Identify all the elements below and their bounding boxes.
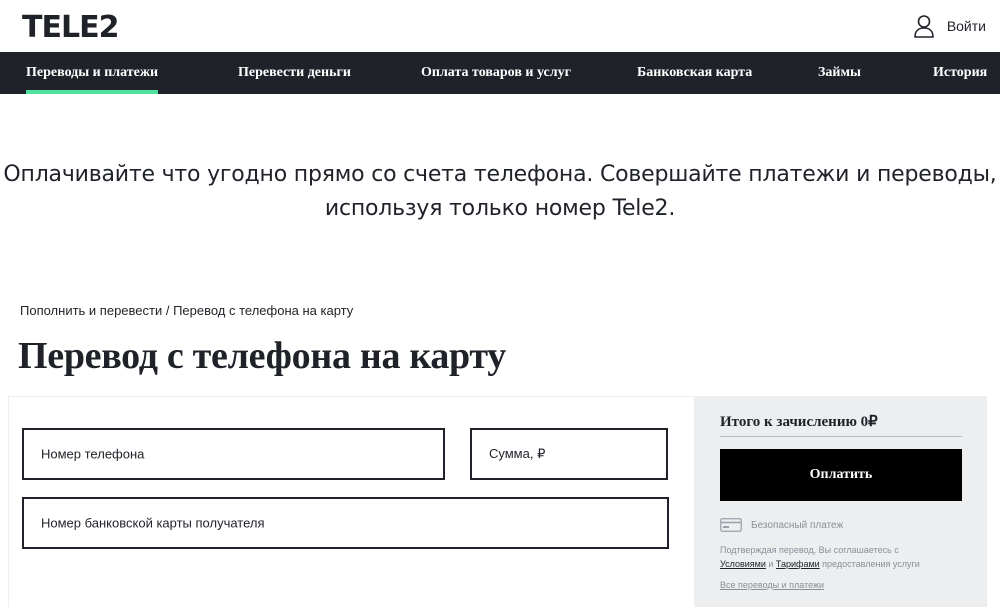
pay-button[interactable]: Оплатить xyxy=(720,449,962,501)
nav-item-history[interactable]: История xyxy=(933,52,987,94)
intro-text: Оплачивайте что угодно прямо со счета те… xyxy=(0,158,1000,226)
nav-item-loans[interactable]: Займы xyxy=(818,52,861,94)
nav-item-payments-transfers[interactable]: Переводы и платежи xyxy=(26,52,159,94)
secure-payment: Безопасный платеж xyxy=(720,518,843,532)
login-button[interactable]: Войти xyxy=(913,12,986,40)
nav-item-pay-goods-services[interactable]: Оплата товаров и услуг xyxy=(421,52,571,94)
conditions-link[interactable]: Условиями xyxy=(720,559,766,569)
consent-suffix: предоставления услуги xyxy=(819,559,920,569)
tele2-logo[interactable]: TELE2 xyxy=(22,12,119,44)
card-icon xyxy=(720,518,742,532)
phone-number-input[interactable]: Номер телефона xyxy=(22,428,445,480)
intro-line-1: Оплачивайте что угодно прямо со счета те… xyxy=(3,162,997,187)
phone-number-label: Номер телефона xyxy=(41,446,145,462)
header: TELE2 Войти xyxy=(0,0,1000,52)
user-icon xyxy=(913,14,935,38)
consent-text: Подтверждая перевод, Вы соглашаетесь с У… xyxy=(720,543,970,571)
main-nav: Переводы и платежи Перевести деньги Опла… xyxy=(0,52,1000,94)
recipient-card-input[interactable]: Номер банковской карты получателя xyxy=(22,497,669,549)
consent-and: и xyxy=(765,559,776,569)
total-amount: Итого к зачислению 0₽ xyxy=(720,412,962,437)
nav-item-bank-card[interactable]: Банковская карта xyxy=(637,52,752,94)
all-transfers-link[interactable]: Все переводы и платежи xyxy=(720,580,824,590)
amount-label: Сумма, ₽ xyxy=(489,446,546,461)
recipient-card-label: Номер банковской карты получателя xyxy=(41,515,265,531)
tariffs-link[interactable]: Тарифами xyxy=(776,559,820,569)
amount-input[interactable]: Сумма, ₽ xyxy=(470,428,668,480)
consent-prefix: Подтверждая перевод, Вы соглашаетесь с xyxy=(720,545,899,555)
intro-line-2: используя только номер Tele2. xyxy=(324,196,676,221)
secure-payment-label: Безопасный платеж xyxy=(751,519,844,531)
breadcrumb[interactable]: Пополнить и перевести / Перевод с телефо… xyxy=(20,303,353,318)
payment-summary: Итого к зачислению 0₽ Оплатить Безопасны… xyxy=(695,396,987,607)
login-label: Войти xyxy=(946,18,986,34)
page-title: Перевод с телефона на карту xyxy=(18,335,506,377)
nav-item-send-money[interactable]: Перевести деньги xyxy=(238,52,351,94)
transfer-form: Номер телефона Сумма, ₽ Номер банковской… xyxy=(8,396,695,607)
